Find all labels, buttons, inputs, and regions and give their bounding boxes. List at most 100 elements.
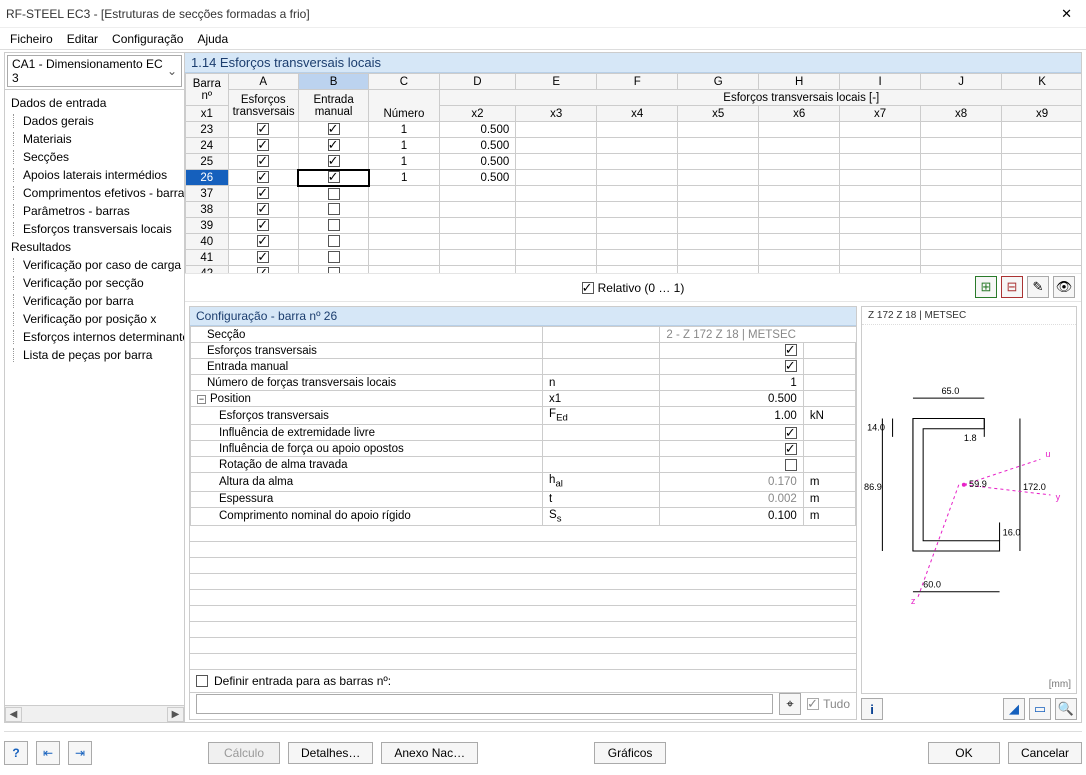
cancel-button[interactable]: Cancelar <box>1008 742 1082 764</box>
bottom-bar: ? ⇤ ⇥ Cálculo Detalhes… Anexo Nac… Gráfi… <box>4 731 1082 765</box>
table-row[interactable]: 37 <box>186 186 1082 202</box>
info-button[interactable]: i <box>861 698 883 720</box>
data-grid[interactable]: Barranº A B C D E F G H I J K L <box>185 73 1081 273</box>
nav-item[interactable]: Parâmetros - barras <box>5 202 184 220</box>
zoom-button[interactable]: 🔍 <box>1055 698 1077 720</box>
next-button[interactable]: ⇥ <box>68 741 92 765</box>
table-row[interactable]: 42 <box>186 266 1082 274</box>
checkbox-icon[interactable] <box>257 187 269 199</box>
table-row[interactable]: 2410.500 <box>186 138 1082 154</box>
view-mode-2-button[interactable]: ▭ <box>1029 698 1051 720</box>
property-empty-rows <box>190 526 856 669</box>
property-table[interactable]: Secção2 - Z 172 Z 18 | METSEC Esforços t… <box>190 326 856 526</box>
preview-title: Z 172 Z 18 | METSEC <box>862 307 1076 325</box>
members-input[interactable] <box>196 694 773 714</box>
graphics-button[interactable]: Gráficos <box>594 742 666 764</box>
define-members-checkbox[interactable] <box>196 675 208 687</box>
checkbox-icon[interactable] <box>328 235 340 247</box>
nav-item[interactable]: Materiais <box>5 130 184 148</box>
grid-toolbar: Relativo (0 … 1) ⊞ ⊟ ✎ 👁 <box>185 273 1081 301</box>
checkbox-icon[interactable] <box>328 188 340 200</box>
pick-members-button[interactable]: ⌖ <box>779 693 801 715</box>
section-preview[interactable]: Z 172 Z 18 | METSEC <box>861 306 1077 694</box>
ok-button[interactable]: OK <box>928 742 1000 764</box>
checkbox-icon[interactable] <box>328 123 340 135</box>
menu-file[interactable]: Ficheiro <box>10 32 53 46</box>
calculate-button[interactable]: Cálculo <box>208 742 280 764</box>
details-button[interactable]: Detalhes… <box>288 742 373 764</box>
nav-item[interactable]: Comprimentos efetivos - barras <box>5 184 184 202</box>
checkbox-icon[interactable] <box>785 459 797 471</box>
property-footer: Definir entrada para as barras nº: <box>190 669 856 692</box>
unit-label: [mm] <box>1049 679 1071 690</box>
checkbox-icon[interactable] <box>257 155 269 167</box>
checkbox-icon[interactable] <box>257 123 269 135</box>
sidebar-hscroll[interactable]: ◀ ▶ <box>5 705 184 722</box>
filter-button[interactable]: ✎ <box>1027 276 1049 298</box>
all-checkbox[interactable] <box>807 698 819 710</box>
nav-item[interactable]: Secções <box>5 148 184 166</box>
grid-wrapper[interactable]: Barranº A B C D E F G H I J K L <box>185 73 1081 273</box>
nav-group-results[interactable]: Resultados <box>5 238 184 256</box>
table-row[interactable]: 39 <box>186 218 1082 234</box>
menu-bar: Ficheiro Editar Configuração Ajuda <box>0 28 1086 50</box>
checkbox-icon[interactable] <box>257 203 269 215</box>
nav-item-selected[interactable]: Esforços transversais locais <box>5 220 184 238</box>
nav-item[interactable]: Esforços internos determinantes <box>5 328 184 346</box>
table-row[interactable]: 2310.500 <box>186 122 1082 138</box>
menu-edit[interactable]: Editar <box>67 32 98 46</box>
nav-item[interactable]: Lista de peças por barra <box>5 346 184 364</box>
checkbox-icon[interactable] <box>328 139 340 151</box>
nav-item[interactable]: Verificação por secção <box>5 274 184 292</box>
title-bar: RF-STEEL EC3 - [Estruturas de secções fo… <box>0 0 1086 28</box>
checkbox-icon[interactable] <box>257 219 269 231</box>
checkbox-icon[interactable] <box>328 155 340 167</box>
checkbox-icon[interactable] <box>785 360 797 372</box>
menu-help[interactable]: Ajuda <box>197 32 228 46</box>
checkbox-icon[interactable] <box>257 235 269 247</box>
expander-icon: − <box>197 395 206 404</box>
table-row[interactable]: 40 <box>186 234 1082 250</box>
sidebar: CA1 - Dimensionamento EC 3 Dados de entr… <box>4 52 184 723</box>
help-button[interactable]: ? <box>4 741 28 765</box>
checkbox-icon[interactable] <box>257 251 269 263</box>
nav-item[interactable]: Apoios laterais intermédios <box>5 166 184 184</box>
checkbox-icon[interactable] <box>328 171 340 183</box>
scroll-right-icon[interactable]: ▶ <box>167 707 184 722</box>
table-row[interactable]: 38 <box>186 202 1082 218</box>
content-title: 1.14 Esforços transversais locais <box>185 53 1081 73</box>
checkbox-icon[interactable] <box>257 139 269 151</box>
svg-text:86.9: 86.9 <box>864 482 882 492</box>
scroll-left-icon[interactable]: ◀ <box>5 707 22 722</box>
checkbox-icon[interactable] <box>785 443 797 455</box>
checkbox-icon[interactable] <box>328 203 340 215</box>
nav-item[interactable]: Verificação por caso de carga <box>5 256 184 274</box>
table-row[interactable]: 2510.500 <box>186 154 1082 170</box>
chevron-down-icon <box>167 64 177 78</box>
svg-text:14.0: 14.0 <box>867 423 885 433</box>
config-title: Configuração - barra nº 26 <box>190 307 856 326</box>
nav-item[interactable]: Dados gerais <box>5 112 184 130</box>
checkbox-icon[interactable] <box>785 427 797 439</box>
view-mode-1-button[interactable]: ◢ <box>1003 698 1025 720</box>
nav-group-input[interactable]: Dados de entrada <box>5 94 184 112</box>
view-button[interactable]: 👁 <box>1053 276 1075 298</box>
export-excel-button[interactable]: ⊞ <box>975 276 997 298</box>
prev-button[interactable]: ⇤ <box>36 741 60 765</box>
case-selector[interactable]: CA1 - Dimensionamento EC 3 <box>7 55 182 87</box>
svg-text:60.0: 60.0 <box>923 580 941 590</box>
relativo-check[interactable]: Relativo (0 … 1) <box>582 281 685 295</box>
import-excel-button[interactable]: ⊟ <box>1001 276 1023 298</box>
checkbox-icon[interactable] <box>328 251 340 263</box>
nav-item[interactable]: Verificação por posição x <box>5 310 184 328</box>
table-row[interactable]: 2610.500 <box>186 170 1082 186</box>
checkbox-icon[interactable] <box>785 344 797 356</box>
checkbox-icon[interactable] <box>257 171 269 183</box>
svg-text:y: y <box>1056 492 1061 502</box>
checkbox-icon[interactable] <box>328 219 340 231</box>
table-row[interactable]: 41 <box>186 250 1082 266</box>
close-button[interactable]: ✕ <box>1053 4 1080 24</box>
menu-config[interactable]: Configuração <box>112 32 183 46</box>
national-annex-button[interactable]: Anexo Nac… <box>381 742 478 764</box>
nav-item[interactable]: Verificação por barra <box>5 292 184 310</box>
